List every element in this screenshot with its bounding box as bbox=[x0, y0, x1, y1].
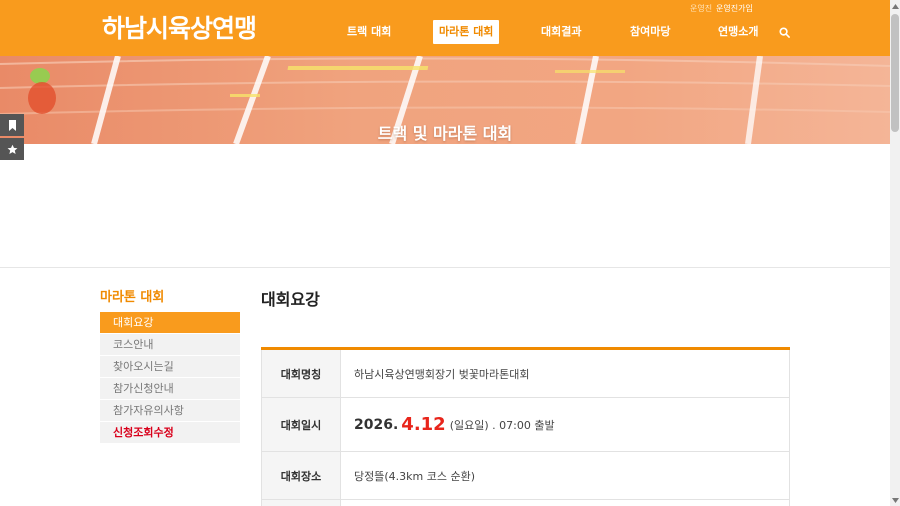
util-link-staff-join[interactable]: 운영진가입 bbox=[716, 3, 753, 14]
event-info-table: 대회명칭 하남시육상연맹회장기 벚꽃마라톤대회 대회일시 2026. 4.12 … bbox=[261, 347, 790, 506]
favorite-button[interactable] bbox=[0, 138, 24, 160]
section-divider bbox=[0, 267, 890, 268]
page-title: 대회요강 bbox=[261, 290, 320, 309]
site-header: 하남시육상연맹 운영진 운영진가입 트랙 대회 마라톤 대회 대회결과 참여마당… bbox=[0, 0, 890, 56]
event-date-year: 2026. bbox=[354, 416, 399, 433]
row-label-event-venue: 대회장소 bbox=[262, 452, 341, 499]
bookmark-button[interactable] bbox=[0, 114, 24, 136]
caret-down-icon bbox=[891, 497, 899, 503]
side-menu: 대회요강 코스안내 찾아오시는길 참가신청안내 참가자유의사항 신청조회수정 bbox=[100, 312, 240, 444]
scroll-down-button[interactable] bbox=[890, 494, 900, 506]
event-date-detail: (일요일) . 07:00 출발 bbox=[449, 418, 555, 432]
side-menu-item-course[interactable]: 코스안내 bbox=[100, 334, 240, 356]
row-label-event-date: 대회일시 bbox=[262, 398, 341, 451]
side-menu-item-overview[interactable]: 대회요강 bbox=[100, 312, 240, 334]
scroll-up-button[interactable] bbox=[890, 0, 900, 12]
table-row: 대회일시 2026. 4.12 (일요일) . 07:00 출발 bbox=[261, 398, 790, 452]
nav-marathon-competition[interactable]: 마라톤 대회 bbox=[433, 20, 500, 44]
nav-results[interactable]: 대회결과 bbox=[535, 20, 587, 44]
event-date-value: 2026. 4.12 (일요일) . 07:00 출발 bbox=[341, 398, 789, 451]
event-name-value: 하남시육상연맹회장기 벚꽃마라톤대회 bbox=[354, 367, 530, 381]
side-menu-item-participant-notes[interactable]: 참가자유의사항 bbox=[100, 400, 240, 422]
bookmark-icon bbox=[8, 119, 16, 131]
search-icon[interactable] bbox=[779, 27, 790, 38]
banner-title: 트랙 및 마라톤 대회 bbox=[377, 124, 513, 143]
table-row: 대회장소 당정뜰(4.3km 코스 순환) bbox=[261, 452, 790, 500]
caret-up-icon bbox=[891, 3, 899, 9]
lnb-title: 마라톤 대회 bbox=[100, 290, 165, 305]
row-label-empty bbox=[262, 500, 341, 506]
scrollbar-thumb[interactable] bbox=[891, 14, 899, 132]
nav-participation[interactable]: 참여마당 bbox=[624, 20, 676, 44]
table-row: 대회명칭 하남시육상연맹회장기 벚꽃마라톤대회 bbox=[261, 350, 790, 398]
star-icon bbox=[7, 144, 17, 154]
side-menu-item-registration-guide[interactable]: 참가신청안내 bbox=[100, 378, 240, 400]
util-link-staff[interactable]: 운영진 bbox=[690, 3, 712, 14]
site-logo[interactable]: 하남시육상연맹 bbox=[102, 9, 257, 45]
side-menu-item-directions[interactable]: 찾아오시는길 bbox=[100, 356, 240, 378]
vertical-scrollbar[interactable] bbox=[890, 0, 900, 506]
nav-track-competition[interactable]: 트랙 대회 bbox=[341, 20, 397, 44]
row-value-empty bbox=[341, 500, 789, 506]
row-label-event-name: 대회명칭 bbox=[262, 350, 341, 397]
side-menu-item-lookup-edit[interactable]: 신청조회수정 bbox=[100, 422, 240, 444]
hero-banner: 트랙 및 마라톤 대회 bbox=[0, 56, 890, 144]
event-venue-value: 당정뜰(4.3km 코스 순환) bbox=[354, 469, 475, 483]
table-row bbox=[261, 500, 790, 506]
event-date-month-day: 4.12 bbox=[401, 414, 446, 435]
nav-about[interactable]: 연맹소개 bbox=[712, 20, 764, 44]
